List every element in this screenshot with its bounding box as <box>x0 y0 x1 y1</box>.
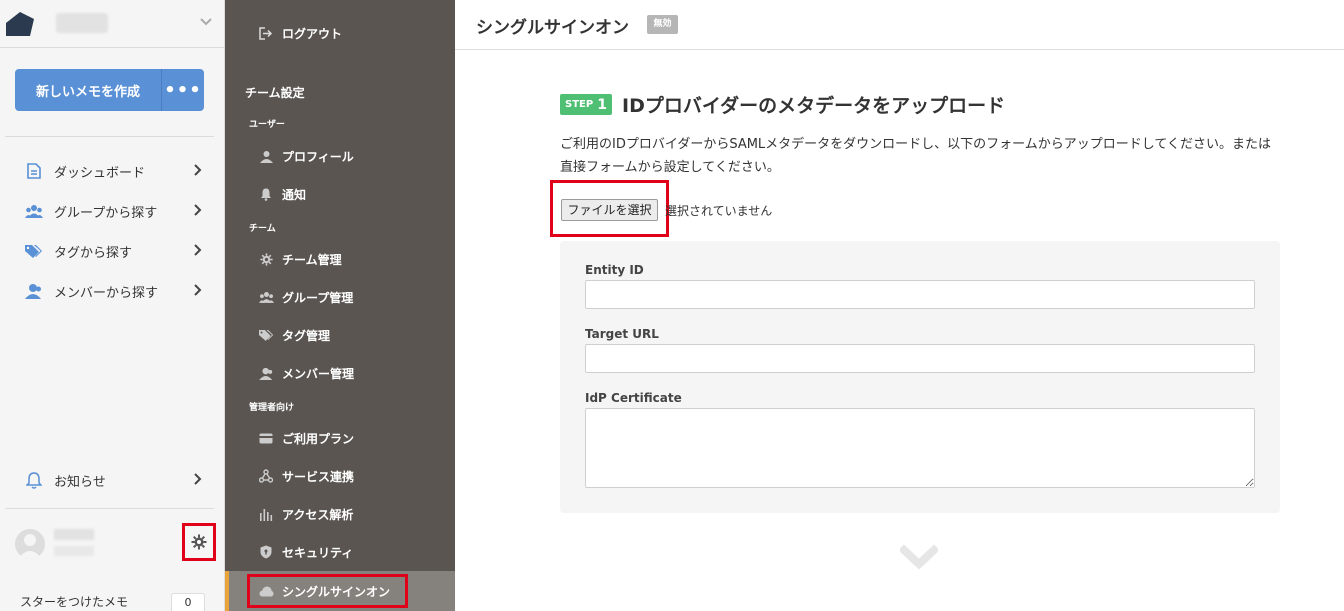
team-switcher[interactable] <box>0 0 225 48</box>
left-sidebar: 新しいメモを作成 ••• ダッシュボード グループから探す タグから探す メンバ… <box>0 0 225 611</box>
team-section-heading: チーム <box>249 224 276 234</box>
starred-memos-label[interactable]: スターをつけたメモ <box>20 593 128 610</box>
chevron-right-icon <box>194 204 202 216</box>
menu-notify[interactable]: 通知 <box>225 176 455 212</box>
sso-form-panel: Entity ID Target URL IdP Certificate <box>560 241 1280 513</box>
chevron-right-icon <box>194 473 202 485</box>
menu-label: 通知 <box>282 187 307 202</box>
status-badge: 無効 <box>647 15 678 34</box>
menu-label: セキュリティ <box>282 545 354 560</box>
avatar[interactable] <box>15 529 45 559</box>
menu-label: アクセス解析 <box>282 507 354 522</box>
team-name <box>56 13 108 33</box>
menu-group-manage[interactable]: グループ管理 <box>225 279 455 315</box>
step-badge: STEP 1 <box>560 94 612 115</box>
integration-icon <box>258 468 274 484</box>
idp-certificate-textarea[interactable] <box>585 408 1255 488</box>
menu-team-manage[interactable]: チーム管理 <box>225 241 455 277</box>
entity-id-input[interactable] <box>585 280 1255 309</box>
user-id <box>54 546 94 556</box>
tag-icon <box>24 242 44 260</box>
target-url-label: Target URL <box>585 327 659 341</box>
menu-logout[interactable]: ログアウト <box>225 15 455 51</box>
user-name <box>54 529 94 540</box>
nav-label: グループから探す <box>54 205 158 221</box>
menu-label: メンバー管理 <box>282 366 355 381</box>
menu-plan[interactable]: ご利用プラン <box>225 420 455 456</box>
new-memo-button-group: 新しいメモを作成 ••• <box>15 69 204 111</box>
step-description: ご利用のIDプロバイダーからSAMLメタデータをダウンロードし、以下のフォームか… <box>560 137 1272 175</box>
nav-groups[interactable]: グループから探す <box>0 191 225 231</box>
member-icon <box>258 365 274 381</box>
idp-certificate-label: IdP Certificate <box>585 391 682 405</box>
gear-icon <box>258 251 274 267</box>
menu-analytics[interactable]: アクセス解析 <box>225 496 455 532</box>
settings-menu: ログアウト チーム設定 ユーザー プロフィール 通知 チーム チーム管理 グルー… <box>225 0 455 611</box>
shield-icon <box>258 544 274 560</box>
page-header: シングルサインオン 無効 <box>455 0 1344 50</box>
entity-id-label: Entity ID <box>585 263 644 277</box>
bell-icon <box>258 186 274 202</box>
nav-dashboard[interactable]: ダッシュボード <box>0 151 225 191</box>
menu-member-manage[interactable]: メンバー管理 <box>225 355 455 391</box>
menu-label: プロフィール <box>282 149 354 164</box>
nav-label: お知らせ <box>54 474 106 490</box>
bell-icon <box>24 471 44 489</box>
group-icon <box>24 202 44 220</box>
divider <box>5 136 214 137</box>
app-logo-icon <box>6 12 34 36</box>
chevron-down-icon[interactable] <box>198 13 214 29</box>
menu-label: ご利用プラン <box>282 431 355 446</box>
starred-count-badge: 0 <box>171 593 205 611</box>
person-icon <box>258 148 274 164</box>
step-label: STEP <box>565 99 594 110</box>
choose-file-button[interactable]: ファイルを選択 <box>561 199 658 221</box>
admin-section-heading: 管理者向け <box>249 403 295 413</box>
step-title: IDプロバイダーのメタデータをアップロード <box>622 95 1006 117</box>
bar-chart-icon <box>258 506 274 522</box>
menu-security[interactable]: セキュリティ <box>225 534 455 570</box>
nav-tags[interactable]: タグから探す <box>0 231 225 271</box>
nav-label: タグから探す <box>54 245 133 261</box>
menu-label: タグ管理 <box>282 328 331 343</box>
page-title: シングルサインオン <box>476 18 629 38</box>
menu-integration[interactable]: サービス連携 <box>225 458 455 494</box>
chevron-down-icon <box>900 544 938 570</box>
team-settings-heading: チーム設定 <box>245 86 305 100</box>
divider <box>5 508 214 509</box>
new-memo-button[interactable]: 新しいメモを作成 <box>15 69 162 111</box>
target-url-input[interactable] <box>585 344 1255 373</box>
settings-button[interactable] <box>182 523 216 561</box>
nav-label: ダッシュボード <box>54 165 146 181</box>
credit-card-icon <box>258 430 274 446</box>
menu-label: チーム管理 <box>282 252 342 267</box>
menu-profile[interactable]: プロフィール <box>225 138 455 174</box>
group-icon <box>258 289 274 305</box>
chevron-right-icon <box>194 164 202 176</box>
user-section-heading: ユーザー <box>249 120 285 130</box>
nav-notifications[interactable]: お知らせ <box>0 460 225 500</box>
more-options-button[interactable]: ••• <box>162 69 204 111</box>
chevron-right-icon <box>194 284 202 296</box>
main-content: シングルサインオン 無効 STEP 1 IDプロバイダーのメタデータをアップロー… <box>455 0 1344 611</box>
member-icon <box>24 282 44 300</box>
nav-label: メンバーから探す <box>54 285 159 301</box>
menu-tag-manage[interactable]: タグ管理 <box>225 317 455 353</box>
menu-label: グループ管理 <box>282 290 354 305</box>
tag-icon <box>258 327 274 343</box>
logout-icon <box>258 25 274 41</box>
menu-label: サービス連携 <box>282 469 355 484</box>
menu-label: ログアウト <box>282 26 343 41</box>
nav-members[interactable]: メンバーから探す <box>0 271 225 311</box>
file-status-text: 選択されていません <box>665 204 773 218</box>
step-number: 1 <box>597 96 607 113</box>
chevron-right-icon <box>194 244 202 256</box>
document-icon <box>24 162 44 180</box>
sso-highlight-box <box>247 574 408 608</box>
gear-icon <box>191 534 207 550</box>
